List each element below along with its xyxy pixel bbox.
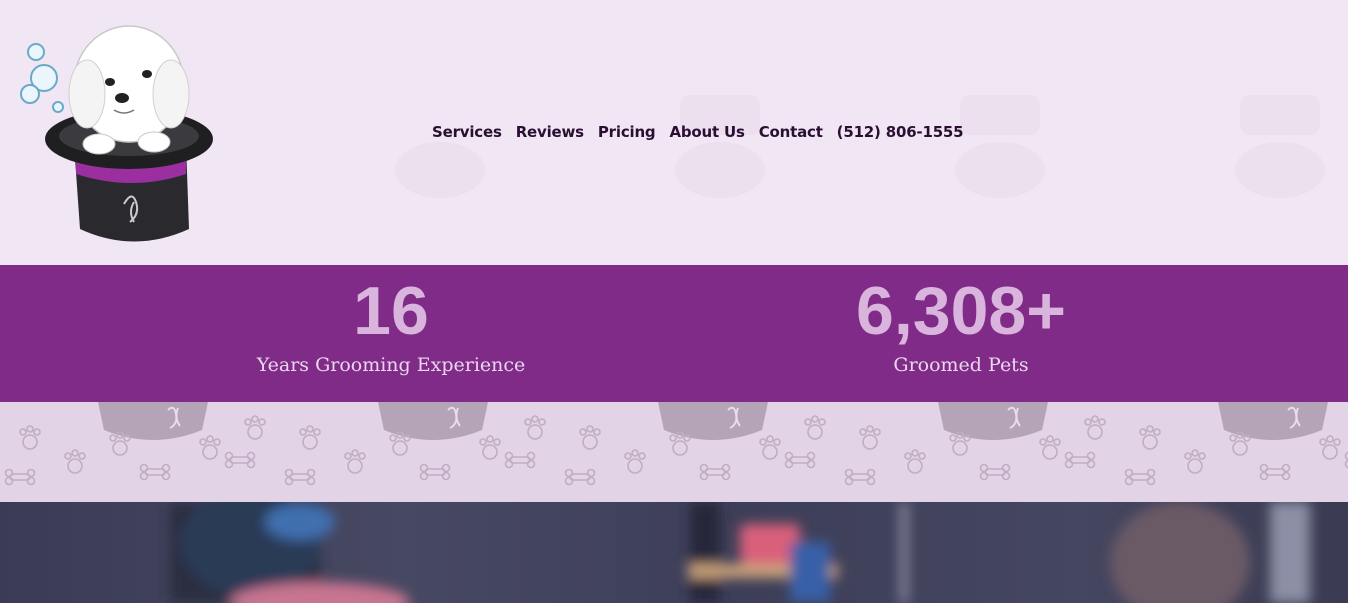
nav-link-phone[interactable]: (512) 806-1555 (837, 123, 964, 141)
site-header: Services Reviews Pricing About Us Contac… (0, 0, 1348, 265)
nav-link-services[interactable]: Services (432, 123, 502, 141)
nav-link-about-us[interactable]: About Us (669, 123, 744, 141)
nav-link-reviews[interactable]: Reviews (516, 123, 584, 141)
dog-in-top-hat-logo[interactable] (14, 14, 219, 250)
stat-groomed-value: 6,308+ (856, 273, 1066, 349)
stat-groomed-label: Groomed Pets (893, 354, 1029, 376)
nav-link-pricing[interactable]: Pricing (598, 123, 656, 141)
pattern-decoration (0, 402, 1348, 502)
grooming-salon-photo (0, 502, 1348, 603)
paw-bone-pattern-band (0, 402, 1348, 502)
stats-band: 16 Years Grooming Experience 6,308+ Groo… (0, 265, 1348, 402)
nav-link-contact[interactable]: Contact (759, 123, 823, 141)
photo-blurred-scene (170, 502, 1310, 603)
main-nav: Services Reviews Pricing About Us Contac… (432, 121, 964, 143)
